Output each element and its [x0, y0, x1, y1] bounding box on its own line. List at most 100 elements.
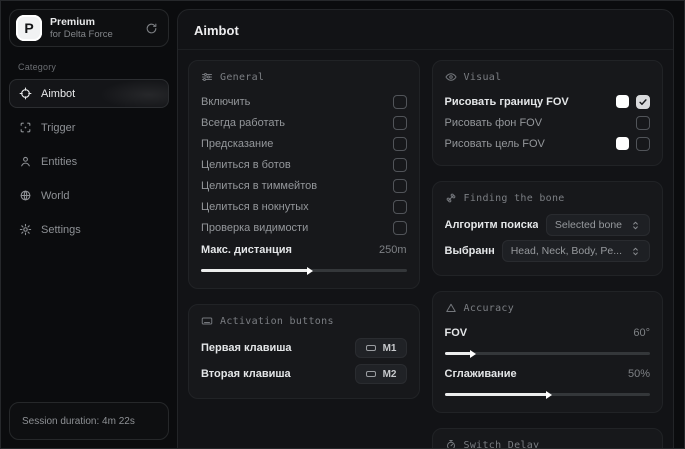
session-duration-text: Session duration: 4m 22s [22, 416, 135, 427]
sidebar-item-settings[interactable]: Settings [9, 215, 169, 244]
triangle-icon [445, 302, 457, 314]
fov-background-checkbox[interactable] [636, 116, 650, 130]
selected-bones-value: Head, Neck, Body, Pe... [511, 245, 622, 257]
toggle-label: Предсказание [201, 138, 273, 150]
fov-background-label: Рисовать фон FOV [445, 117, 543, 129]
keyboard-icon [201, 315, 213, 327]
max-distance-slider-group: Макс. дистанция 250m [201, 239, 407, 272]
toggle-label: Проверка видимости [201, 222, 308, 234]
brand-text: Premium for Delta Force [50, 16, 113, 41]
brand-logo: P [16, 15, 42, 41]
fov-border-checkbox[interactable] [636, 95, 650, 109]
sidebar-item-label: Settings [41, 224, 81, 236]
finding-bone-card: Finding the bone Алгоритм поиска кости S… [432, 181, 664, 276]
bone-algorithm-dropdown[interactable]: Selected bone [546, 214, 650, 236]
timer-icon [445, 439, 457, 449]
max-distance-slider[interactable] [201, 269, 407, 272]
brand-card: P Premium for Delta Force [9, 9, 169, 47]
toggle-row-target-bots: Целиться в ботов [201, 154, 407, 175]
activation-card-title: Activation buttons [220, 316, 334, 327]
sidebar-item-world[interactable]: World [9, 181, 169, 210]
max-distance-label: Макс. дистанция [201, 244, 292, 256]
sidebar-item-aimbot[interactable]: Aimbot [9, 79, 169, 108]
fov-target-label: Рисовать цель FOV [445, 138, 545, 150]
second-key-row: Вторая клавиша M2 [201, 361, 407, 387]
second-key-value: M2 [383, 369, 397, 380]
toggle-row-always-work: Всегда работать [201, 112, 407, 133]
smoothing-slider[interactable] [445, 393, 651, 396]
bone-icon [445, 192, 457, 204]
toggle-label: Целиться в ботов [201, 159, 291, 171]
switch-delay-card-title: Switch Delay [464, 440, 540, 449]
prediction-checkbox[interactable] [393, 137, 407, 151]
accuracy-card-title: Accuracy [464, 303, 515, 314]
first-key-label: Первая клавиша [201, 342, 292, 354]
left-column: General Включить Всегда работать Предска… [188, 60, 420, 399]
selected-bones-label: Выбранные кости [445, 245, 494, 257]
target-knocked-checkbox[interactable] [393, 200, 407, 214]
second-key-label: Вторая клавиша [201, 368, 291, 380]
app-window: P Premium for Delta Force Category Aimbo… [0, 0, 685, 449]
sidebar-item-entities[interactable]: Entities [9, 147, 169, 176]
toggle-row-visibility-check: Проверка видимости [201, 217, 407, 238]
toggle-row-target-teammates: Целиться в тиммейтов [201, 175, 407, 196]
always-work-checkbox[interactable] [393, 116, 407, 130]
target-bots-checkbox[interactable] [393, 158, 407, 172]
chevron-up-down-icon [630, 246, 641, 257]
target-teammates-checkbox[interactable] [393, 179, 407, 193]
toggle-label: Всегда работать [201, 117, 285, 129]
selected-bones-dropdown[interactable]: Head, Neck, Body, Pe... [502, 240, 650, 262]
right-column: Visual Рисовать границу FOV [432, 60, 664, 449]
selected-bones-row: Выбранные кости Head, Neck, Body, Pe... [445, 238, 651, 264]
toggle-row-target-knocked: Целиться в нокнутых [201, 196, 407, 217]
fov-slider-label: FOV [445, 327, 468, 339]
chevron-up-down-icon [630, 220, 641, 231]
fov-border-color-swatch[interactable] [616, 95, 629, 108]
sidebar-item-label: World [41, 190, 70, 202]
smoothing-slider-label: Сглаживание [445, 368, 517, 380]
fov-target-color-swatch[interactable] [616, 137, 629, 150]
fov-target-checkbox[interactable] [636, 137, 650, 151]
bone-algorithm-value: Selected bone [555, 219, 622, 231]
eye-icon [445, 71, 457, 83]
general-card-title: General [220, 72, 264, 83]
content: General Включить Всегда работать Предска… [178, 50, 673, 449]
gear-icon [19, 223, 32, 236]
sidebar-item-label: Trigger [41, 122, 75, 134]
smoothing-slider-value: 50% [628, 368, 650, 380]
sliders-icon [201, 71, 213, 83]
main-panel: Aimbot General [177, 9, 674, 449]
smoothing-slider-group: Сглаживание 50% [445, 363, 651, 396]
fov-border-label: Рисовать границу FOV [445, 96, 569, 108]
sidebar-item-label: Aimbot [41, 88, 75, 100]
toggle-row-prediction: Предсказание [201, 133, 407, 154]
world-icon [19, 189, 32, 202]
sidebar-item-trigger[interactable]: Trigger [9, 113, 169, 142]
second-key-button[interactable]: M2 [355, 364, 407, 384]
toggle-label: Включить [201, 96, 250, 108]
first-key-button[interactable]: M1 [355, 338, 407, 358]
fov-slider-value: 60° [633, 327, 650, 339]
enable-checkbox[interactable] [393, 95, 407, 109]
toggle-row-enable: Включить [201, 91, 407, 112]
accuracy-card: Accuracy FOV 60° Сглаживание [432, 291, 664, 413]
fov-slider-group: FOV 60° [445, 322, 651, 355]
sidebar-item-label: Entities [41, 156, 77, 168]
toggle-label: Целиться в нокнутых [201, 201, 309, 213]
brand-subtitle: for Delta Force [50, 29, 113, 41]
finding-bone-card-title: Finding the bone [464, 193, 565, 204]
fov-slider[interactable] [445, 352, 651, 355]
visibility-check-checkbox[interactable] [393, 221, 407, 235]
crosshair-icon [19, 87, 32, 100]
toggle-label: Целиться в тиммейтов [201, 180, 317, 192]
refresh-icon[interactable] [145, 22, 158, 35]
sidebar-nav: Aimbot Trigger Entities [9, 79, 169, 244]
activation-buttons-card: Activation buttons Первая клавиша M1 [188, 304, 420, 399]
entities-icon [19, 155, 32, 168]
general-card: General Включить Всегда работать Предска… [188, 60, 420, 289]
sidebar: P Premium for Delta Force Category Aimbo… [1, 1, 177, 448]
fov-background-row: Рисовать фон FOV [445, 112, 651, 133]
session-duration-card: Session duration: 4m 22s [9, 402, 169, 440]
category-label: Category [18, 62, 169, 72]
fov-target-row: Рисовать цель FOV [445, 133, 651, 154]
